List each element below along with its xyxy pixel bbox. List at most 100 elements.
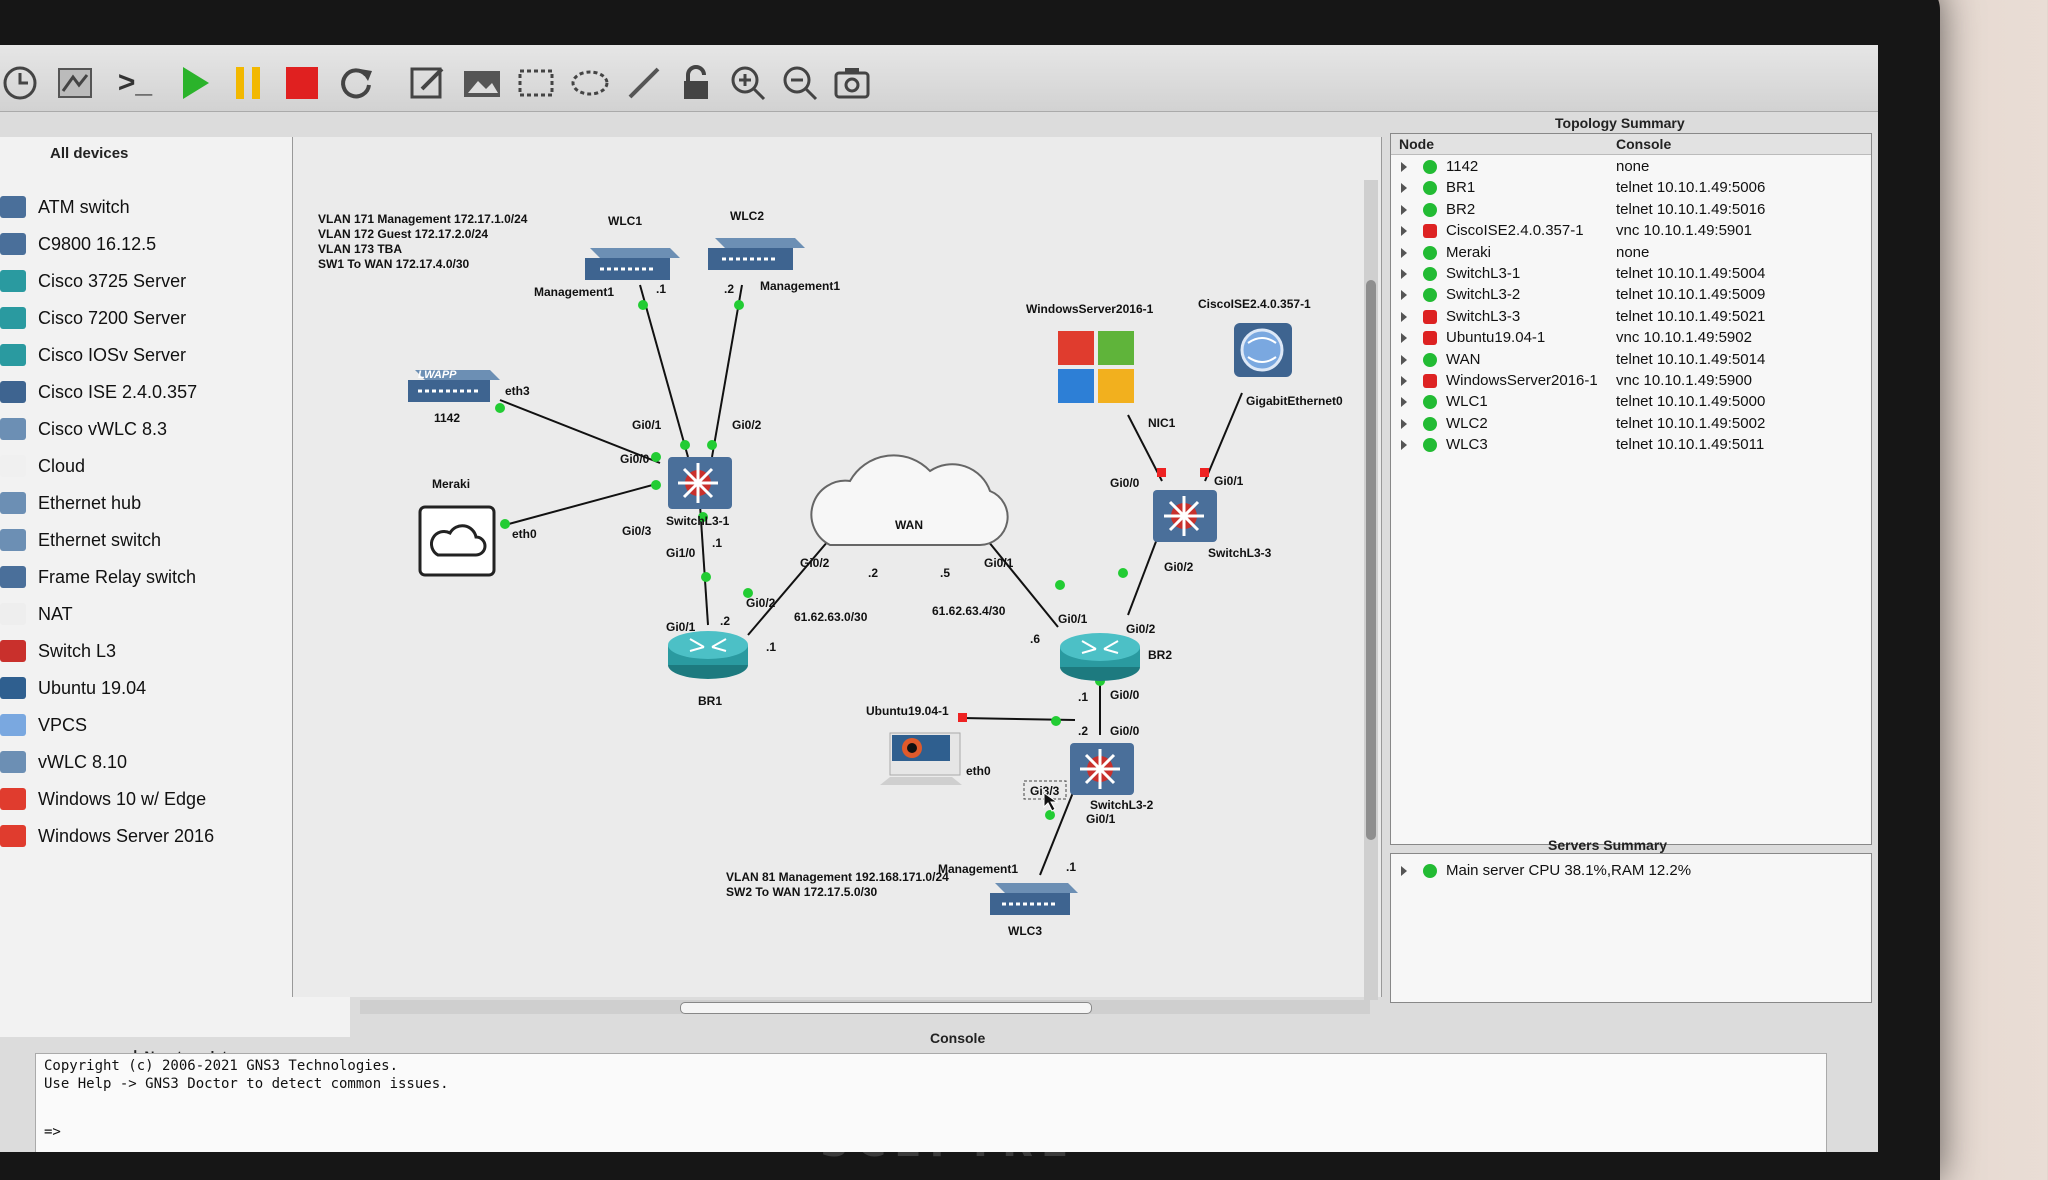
console-line: Copyright (c) 2006-2021 GNS3 Technologie…	[44, 1058, 399, 1074]
node-console: vnc 10.10.1.49:5901	[1616, 222, 1752, 240]
server-row[interactable]: Main server CPU 38.1%,RAM 12.2%	[1391, 862, 1871, 883]
expand-arrow-icon[interactable]	[1401, 162, 1407, 172]
column-header-console[interactable]: Console	[1616, 136, 1671, 152]
node-console: telnet 10.10.1.49:5014	[1616, 350, 1766, 368]
switchl3-2-label: SwitchL3-2	[1090, 798, 1154, 812]
status-started-icon	[1423, 267, 1437, 281]
windows-server-node[interactable]	[1058, 331, 1134, 403]
wlc2-node[interactable]	[708, 238, 805, 270]
node-console: telnet 10.10.1.49:5011	[1616, 436, 1765, 454]
node-console: telnet 10.10.1.49:5009	[1616, 286, 1766, 304]
topology-row[interactable]: WLC3 telnet 10.10.1.49:5011	[1391, 436, 1871, 457]
node-name: BR1	[1446, 179, 1476, 197]
if-label: Management1	[760, 279, 840, 293]
expand-arrow-icon[interactable]	[1401, 311, 1407, 322]
vlan-note-line[interactable]: SW2 To WAN 172.17.5.0/30	[726, 885, 877, 899]
status-stopped-icon	[1423, 309, 1437, 324]
ap-1142-label: 1142	[434, 411, 460, 425]
topology-row[interactable]: WLC2 telnet 10.10.1.49:5002	[1391, 415, 1871, 436]
server-usage-text: Main server CPU 38.1%,RAM 12.2%	[1446, 862, 1692, 879]
topology-row[interactable]: 1142 none	[1391, 158, 1871, 179]
topology-row[interactable]: CiscoISE2.4.0.357-1 vnc 10.10.1.49:5901	[1391, 222, 1871, 243]
topology-row[interactable]: Ubuntu19.04-1 vnc 10.10.1.49:5902	[1391, 329, 1871, 350]
br2-label: BR2	[1148, 648, 1172, 662]
node-name: BR2	[1446, 200, 1476, 218]
if-label: Gi0/1	[1086, 812, 1116, 826]
expand-arrow-icon[interactable]	[1401, 440, 1407, 451]
vlan-note-line[interactable]: VLAN 172 Guest 172.17.2.0/24	[318, 227, 488, 241]
topology-row[interactable]: WindowsServer2016-1 vnc 10.10.1.49:5900	[1391, 372, 1871, 393]
status-started-icon	[1423, 245, 1437, 260]
if-label: .1	[656, 282, 666, 296]
wlc3-node[interactable]	[990, 883, 1078, 915]
vlan-note-line[interactable]: VLAN 171 Management 172.17.1.0/24	[318, 212, 528, 226]
if-label: Gi0/1	[666, 620, 696, 634]
wlc1-node[interactable]	[585, 248, 680, 280]
expand-arrow-icon[interactable]	[1401, 866, 1407, 876]
vlan-note-line[interactable]: VLAN 173 TBA	[318, 242, 402, 256]
console-line: Use Help -> GNS3 Doctor to detect common…	[44, 1076, 449, 1092]
expand-arrow-icon[interactable]	[1401, 333, 1407, 344]
link-endpoint	[1055, 580, 1065, 590]
status-started-icon	[1423, 395, 1437, 410]
cisco-ise-label: CiscoISE2.4.0.357-1	[1198, 297, 1311, 311]
topology-row[interactable]: WLC1 telnet 10.10.1.49:5000	[1391, 393, 1871, 414]
if-label: Gi0/0	[620, 452, 650, 466]
vlan-note-line[interactable]: VLAN 81 Management 192.168.171.0/24	[726, 870, 949, 884]
if-label: eth3	[505, 384, 530, 398]
if-label: .1	[712, 536, 722, 550]
topology-row[interactable]: Meraki none	[1391, 244, 1871, 265]
if-label: Gi0/3	[622, 524, 652, 538]
console-prompt[interactable]: =>	[44, 1124, 61, 1140]
console-output[interactable]: Copyright (c) 2006-2021 GNS3 Technologie…	[35, 1053, 1827, 1152]
expand-arrow-icon[interactable]	[1401, 204, 1407, 215]
expand-arrow-icon[interactable]	[1401, 354, 1407, 365]
expand-arrow-icon[interactable]	[1401, 183, 1407, 194]
expand-arrow-icon[interactable]	[1401, 418, 1407, 429]
expand-arrow-icon[interactable]	[1401, 397, 1407, 408]
expand-arrow-icon[interactable]	[1401, 290, 1407, 301]
topology-row[interactable]: SwitchL3-3 telnet 10.10.1.49:5021	[1391, 308, 1871, 329]
expand-arrow-icon[interactable]	[1401, 376, 1407, 386]
node-name: SwitchL3-3	[1446, 307, 1521, 325]
network-label: 61.62.63.4/30	[932, 604, 1006, 618]
meraki-label: Meraki	[432, 477, 470, 491]
meraki-node[interactable]	[418, 505, 496, 577]
wlc2-label: WLC2	[730, 209, 764, 223]
switchl3-2-node[interactable]	[1070, 743, 1134, 795]
vlan-note-line[interactable]: SW1 To WAN 172.17.4.0/30	[318, 257, 469, 271]
column-header-node[interactable]: Node	[1399, 136, 1434, 152]
status-started-icon	[1423, 288, 1437, 303]
node-console: telnet 10.10.1.49:5006	[1616, 179, 1766, 197]
expand-arrow-icon[interactable]	[1401, 269, 1407, 279]
if-label: Gi0/2	[732, 418, 762, 432]
if-label: Gi0/2	[1164, 560, 1194, 574]
expand-arrow-icon[interactable]	[1401, 247, 1407, 258]
switchl3-1-label: SwitchL3-1	[666, 514, 730, 528]
cisco-ise-node[interactable]	[1234, 323, 1292, 377]
br2-node[interactable]	[1060, 633, 1140, 681]
if-label: .2	[1078, 724, 1088, 738]
topology-row[interactable]: WAN telnet 10.10.1.49:5014	[1391, 351, 1871, 372]
switchl3-3-label: SwitchL3-3	[1208, 546, 1272, 560]
link-br2-sw3[interactable]	[1127, 530, 1161, 616]
if-label: NIC1	[1148, 416, 1176, 430]
link-meraki-sw1[interactable]	[504, 482, 661, 526]
topology-row[interactable]: SwitchL3-1 telnet 10.10.1.49:5004	[1391, 265, 1871, 286]
status-stopped-icon	[1423, 224, 1437, 239]
switchl3-3-node[interactable]	[1153, 490, 1217, 542]
br1-node[interactable]	[668, 631, 748, 679]
if-label: GigabitEthernet0	[1246, 394, 1343, 408]
link-ise-sw3[interactable]	[1204, 392, 1243, 482]
ap-1142-node[interactable]: LWAPP	[408, 369, 500, 402]
topology-row[interactable]: SwitchL3-2 telnet 10.10.1.49:5009	[1391, 286, 1871, 307]
if-label: Gi0/1	[1058, 612, 1088, 626]
link-endpoint-down	[1200, 468, 1209, 477]
if-label: eth0	[966, 764, 991, 778]
expand-arrow-icon[interactable]	[1401, 226, 1407, 237]
ubuntu-node[interactable]	[880, 732, 962, 785]
topology-row[interactable]: BR2 telnet 10.10.1.49:5016	[1391, 201, 1871, 222]
topology-row[interactable]: BR1 telnet 10.10.1.49:5006	[1391, 179, 1871, 200]
if-label: Gi0/2	[800, 556, 830, 570]
switchl3-1-node[interactable]	[668, 457, 732, 509]
